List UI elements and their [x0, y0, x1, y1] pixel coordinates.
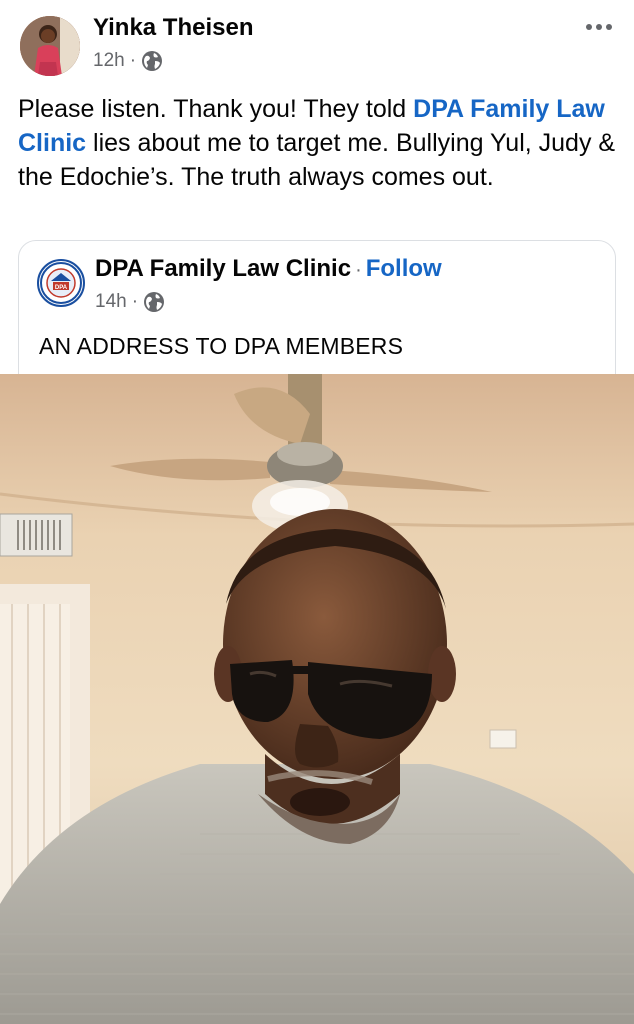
post-header: Yinka Theisen 12h · [0, 0, 634, 90]
shared-caption: AN ADDRESS TO DPA MEMBERS [39, 333, 404, 359]
page-logo-text: DPA [55, 285, 68, 291]
post-text-after: lies about me to target me. Bullying Yul… [18, 129, 616, 191]
shared-separator: · [355, 259, 362, 281]
video-player[interactable] [0, 374, 634, 1024]
page-logo[interactable]: DPA [37, 259, 85, 307]
shared-meta-separator: · [131, 291, 139, 312]
more-options-icon[interactable] [580, 18, 618, 36]
author-avatar[interactable] [20, 16, 80, 76]
meta-separator: · [129, 50, 137, 71]
post-text: Please listen. Thank you! They told DPA … [18, 92, 618, 194]
globe-icon[interactable] [141, 50, 163, 72]
shared-meta: 14h · [95, 291, 165, 313]
shared-time[interactable]: 14h [95, 291, 127, 313]
post-time[interactable]: 12h [93, 50, 125, 72]
post-text-before: Please listen. Thank you! They told [18, 95, 414, 123]
follow-button[interactable]: Follow [366, 255, 442, 282]
shared-header: DPA Family Law Clinic · Follow [95, 255, 442, 283]
post-meta: 12h · [93, 50, 163, 72]
video-thumbnail [0, 374, 634, 1024]
author-name[interactable]: Yinka Theisen [93, 14, 254, 42]
shared-page-name[interactable]: DPA Family Law Clinic [95, 255, 351, 282]
globe-icon[interactable] [143, 291, 165, 313]
